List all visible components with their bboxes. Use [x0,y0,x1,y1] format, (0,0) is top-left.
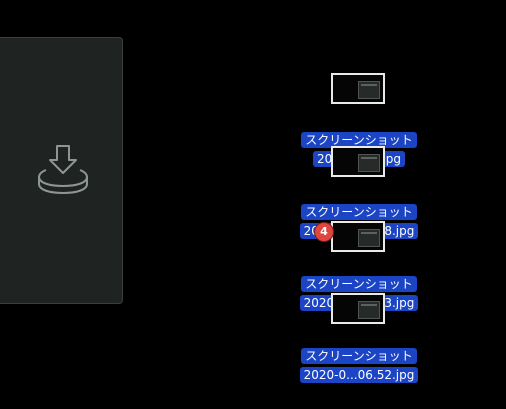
file-label: スクリーンショット 2020-0...06.52.jpg [298,345,420,383]
file-thumbnail [331,293,385,324]
file-name-line1: スクリーンショット [301,348,417,364]
drag-count-badge: 4 [315,223,333,241]
file-name-line2: 2020-0...06.52.jpg [299,367,419,383]
file-thumbnail [331,146,385,177]
file-thumbnail [331,221,385,252]
file-name-line1: スクリーンショット [301,276,417,292]
file-name-line1: スクリーンショット [301,204,417,220]
dragged-files-stack[interactable]: スクリーンショット 2020-0...0.jpg スクリーンショット 2020-… [0,0,506,409]
file-thumbnail [331,73,385,104]
